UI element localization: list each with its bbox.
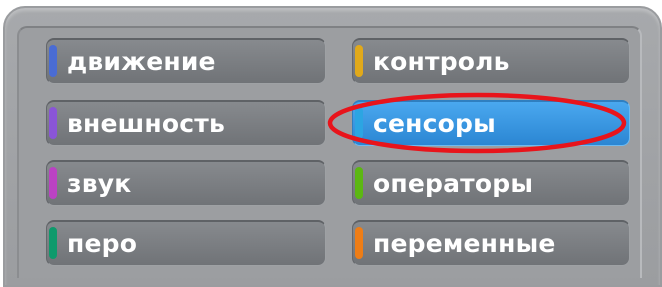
category-label-sensing: сенсоры	[373, 109, 496, 138]
looks-color-stripe	[49, 107, 57, 139]
category-button-variables[interactable]: переменные	[352, 220, 630, 266]
category-button-operators[interactable]: операторы	[352, 160, 630, 206]
control-color-stripe	[355, 45, 363, 77]
sound-color-stripe	[49, 167, 57, 199]
category-button-sensing[interactable]: сенсоры	[352, 100, 630, 146]
category-label-sound: звук	[67, 169, 132, 198]
sensing-color-stripe	[355, 107, 363, 139]
category-button-pen[interactable]: перо	[46, 220, 326, 266]
pen-color-stripe	[49, 227, 57, 259]
category-button-motion[interactable]: движение	[46, 38, 326, 84]
operators-color-stripe	[355, 167, 363, 199]
category-button-sound[interactable]: звук	[46, 160, 326, 206]
motion-color-stripe	[49, 45, 57, 77]
category-button-looks[interactable]: внешность	[46, 100, 326, 146]
category-label-motion: движение	[67, 47, 216, 76]
variables-color-stripe	[355, 227, 363, 259]
category-label-pen: перо	[67, 229, 138, 258]
category-label-variables: переменные	[373, 229, 556, 258]
category-label-operators: операторы	[373, 169, 534, 198]
category-button-control[interactable]: контроль	[352, 38, 630, 84]
category-label-looks: внешность	[67, 109, 225, 138]
category-label-control: контроль	[373, 47, 510, 76]
